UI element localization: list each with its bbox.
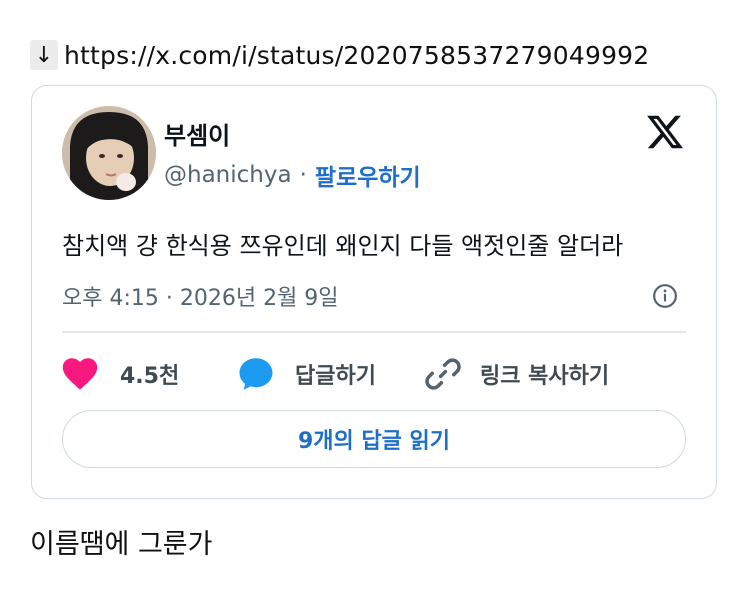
user-handle[interactable]: @hanichya — [164, 162, 292, 188]
tweet-timestamp[interactable]: 오후 4:15 · 2026년 2월 9일 — [62, 280, 339, 312]
heart-icon — [62, 358, 98, 390]
download-arrow-icon: ↓ — [30, 40, 58, 70]
speech-bubble-icon — [239, 358, 273, 390]
reply-label: 답글하기 — [295, 364, 376, 389]
info-icon[interactable] — [652, 283, 678, 309]
action-bar: 4.5천 답글하기 링크 복사하기 — [62, 356, 609, 392]
like-count: 4.5천 — [120, 364, 180, 389]
tweet-text: 참치액 걍 한식용 쯔유인데 왜인지 다들 액젓인줄 알더라 — [62, 232, 624, 260]
reply-button[interactable]: 답글하기 — [237, 356, 424, 392]
x-logo-icon[interactable] — [644, 112, 686, 152]
tweet-embed-card[interactable]: 부셈이 @hanichya · 팔로우하기 참치액 걍 한식용 쯔유인데 왜인지… — [31, 85, 717, 499]
copy-link-label: 링크 복사하기 — [480, 364, 610, 389]
caption-text: 이름땜에 그룬가 — [30, 529, 213, 560]
avatar-image — [62, 106, 156, 200]
display-name[interactable]: 부셈이 — [164, 116, 230, 151]
read-replies-button[interactable]: 9개의 답글 읽기 — [62, 410, 686, 468]
follow-button[interactable]: 팔로우하기 — [315, 158, 421, 192]
link-line: ↓ https://x.com/i/status/202075853727904… — [30, 38, 649, 72]
tweet-url[interactable]: https://x.com/i/status/20207585372790499… — [64, 41, 649, 70]
handle-row: @hanichya · 팔로우하기 — [164, 158, 421, 192]
link-chain-icon — [425, 358, 461, 390]
like-button[interactable]: 4.5천 — [62, 357, 237, 391]
separator-dot: · — [299, 162, 307, 188]
copy-link-button[interactable]: 링크 복사하기 — [424, 355, 609, 393]
divider — [62, 331, 686, 333]
avatar[interactable] — [62, 106, 156, 200]
